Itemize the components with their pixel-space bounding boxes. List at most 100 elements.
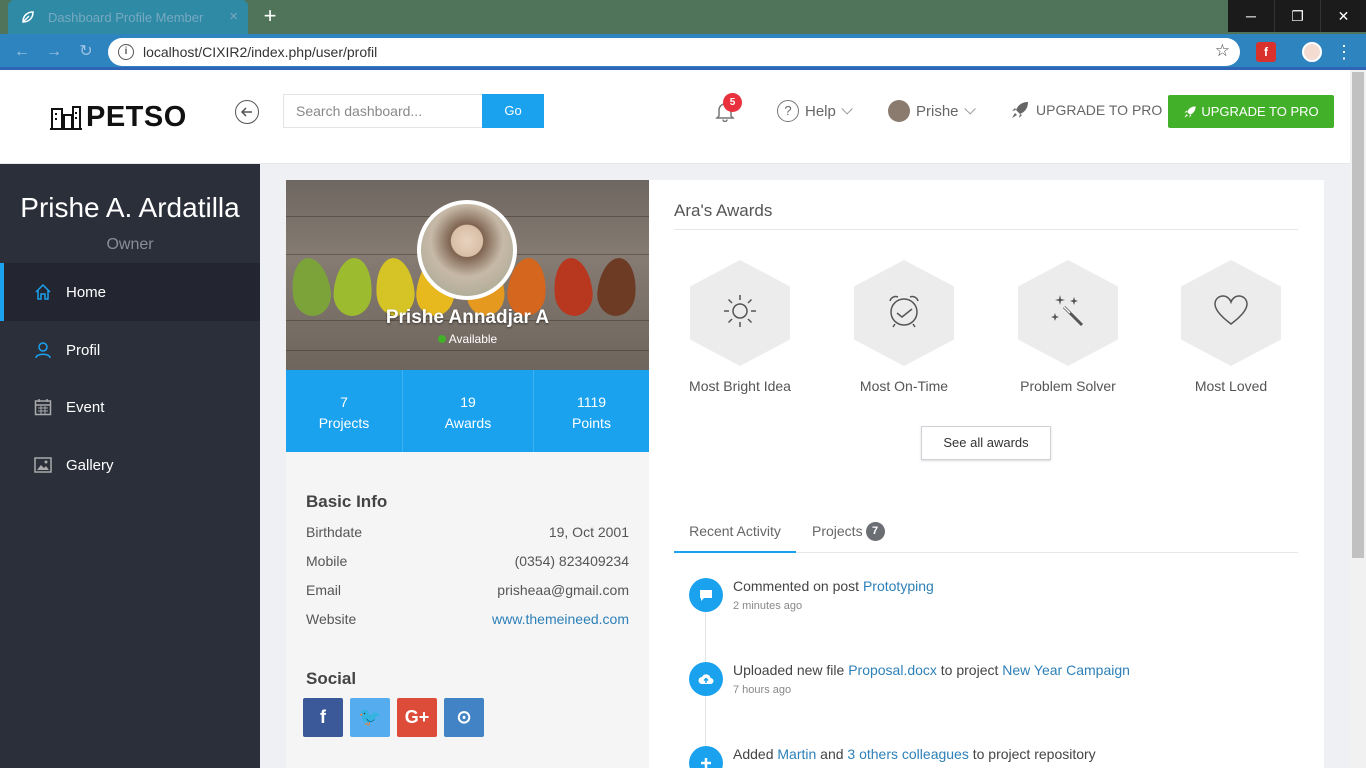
minimize-button[interactable]: ─ — [1228, 0, 1274, 32]
url-input[interactable]: i localhost/CIXIR2/index.php/user/profil… — [108, 38, 1240, 66]
chevron-down-icon — [963, 103, 976, 115]
awards-title: Ara's Awards — [674, 201, 773, 220]
notification-badge: 5 — [723, 93, 742, 112]
sun-icon — [724, 295, 756, 327]
info-row-mobile: Mobile (0354) 823409234 — [306, 553, 629, 569]
activity-link[interactable]: Martin — [777, 746, 816, 762]
stat-value: 1119 — [576, 394, 607, 410]
profile-photo[interactable] — [417, 200, 517, 300]
award-most-bright-idea[interactable]: Most Bright Idea — [660, 260, 820, 394]
activity-link[interactable]: New Year Campaign — [1002, 662, 1130, 678]
stat-projects[interactable]: 7 Projects — [286, 370, 402, 452]
profile-avatar-icon[interactable] — [1302, 42, 1322, 62]
activity-time: 7 hours ago — [733, 684, 792, 696]
magic-wand-icon — [1051, 295, 1084, 327]
activity-link[interactable]: Prototyping — [863, 578, 934, 594]
site-info-icon[interactable]: i — [118, 44, 134, 60]
tab-projects[interactable]: Projects 7 — [812, 510, 885, 553]
twitter-button[interactable]: 🐦 — [350, 698, 390, 737]
info-row-email: Email prisheaa@gmail.com — [306, 582, 629, 598]
award-most-loved[interactable]: Most Loved — [1151, 260, 1311, 394]
search-input[interactable]: Search dashboard... — [283, 94, 483, 128]
user-name-label: Prishe — [916, 102, 959, 120]
profile-card: Prishe Annadjar A Available 7 Projects 1… — [286, 180, 649, 768]
user-avatar — [888, 100, 910, 122]
tab-recent-activity[interactable]: Recent Activity — [674, 510, 796, 553]
alarm-clock-icon — [889, 295, 919, 328]
logo-mark-icon — [50, 106, 82, 130]
help-label: Help — [805, 102, 836, 120]
activity-link[interactable]: Proposal.docx — [848, 662, 937, 678]
sidebar-user-name: Prishe A. Ardatilla — [20, 192, 240, 223]
user-icon — [35, 342, 51, 359]
sidebar-item-event[interactable]: Event — [0, 378, 260, 436]
award-most-on-time[interactable]: Most On-Time — [824, 260, 984, 394]
rocket-icon — [1184, 105, 1196, 118]
forward-arrow-icon[interactable]: → — [44, 42, 64, 62]
info-label: Website — [306, 611, 357, 627]
award-label: Most Bright Idea — [689, 378, 791, 394]
sidebar-toggle-arrow-icon[interactable] — [235, 100, 259, 124]
sidebar-item-label: Profil — [66, 341, 101, 359]
browser-tab[interactable]: Dashboard Profile Member × — [8, 0, 248, 34]
heart-icon — [1214, 295, 1248, 325]
sidebar-item-gallery[interactable]: Gallery — [0, 436, 260, 494]
activity-link[interactable]: 3 others colleagues — [847, 746, 968, 762]
awards-activity-card: Ara's Awards Most Bright Idea Most On-Ti… — [649, 180, 1324, 768]
home-icon — [35, 283, 51, 300]
reload-icon[interactable]: ↻ — [76, 42, 96, 62]
cloud-upload-icon — [689, 662, 723, 696]
activity-tabs: Recent Activity Projects 7 — [674, 510, 1298, 553]
activity-text: Added Martin and 3 others colleagues to … — [733, 746, 1096, 762]
close-window-button[interactable]: ✕ — [1320, 0, 1366, 32]
info-value: (0354) 823409234 — [514, 553, 629, 569]
user-menu[interactable]: Prishe — [888, 100, 976, 122]
upgrade-to-pro-button[interactable]: UPGRADE TO PRO — [1168, 95, 1334, 128]
sidebar-item-home[interactable]: Home — [0, 263, 260, 321]
see-all-awards-button[interactable]: See all awards — [921, 426, 1051, 460]
bookmark-star-icon[interactable]: ☆ — [1215, 41, 1230, 61]
award-problem-solver[interactable]: Problem Solver — [988, 260, 1148, 394]
website-link[interactable]: www.themeineed.com — [492, 611, 629, 627]
award-hexagon — [854, 260, 954, 366]
stat-awards[interactable]: 19 Awards — [402, 370, 533, 452]
award-label: Most Loved — [1194, 378, 1268, 394]
upgrade-link-label: UPGRADE TO PRO — [1036, 102, 1163, 118]
status-label: Available — [448, 332, 498, 346]
projects-count-badge: 7 — [865, 522, 885, 541]
award-hexagon — [690, 260, 790, 366]
rocket-icon — [1012, 102, 1028, 118]
stat-value: 7 — [340, 394, 348, 410]
restore-button[interactable]: ❐ — [1274, 0, 1320, 32]
search-go-button[interactable]: Go — [482, 94, 544, 128]
flash-extension-icon[interactable]: f — [1256, 42, 1276, 62]
facebook-button[interactable]: f — [303, 698, 343, 737]
upgrade-link[interactable]: UPGRADE TO PRO — [1010, 100, 1162, 120]
sidebar-item-profil[interactable]: Profil — [0, 321, 260, 379]
leaf-favicon-icon — [22, 11, 34, 23]
scrollbar-thumb[interactable] — [1352, 72, 1364, 558]
stat-points[interactable]: 1119 Points — [533, 370, 649, 452]
tab-label: Recent Activity — [689, 523, 781, 539]
question-icon: ? — [777, 100, 799, 122]
logo[interactable]: PETSO — [50, 101, 187, 133]
google-plus-button[interactable]: G+ — [397, 698, 437, 737]
tab-close-icon[interactable]: × — [229, 8, 238, 25]
browser-menu-icon[interactable]: ⋮ — [1334, 42, 1354, 62]
github-button[interactable]: ⊙ — [444, 698, 484, 737]
info-label: Mobile — [306, 553, 348, 569]
profile-status: Available — [286, 332, 649, 346]
info-row-birthdate: Birthdate 19, Oct 2001 — [306, 524, 629, 540]
award-label: Problem Solver — [1020, 378, 1116, 394]
info-value: 19, Oct 2001 — [548, 524, 629, 540]
info-label: Email — [306, 582, 342, 598]
new-tab-button[interactable]: + — [258, 4, 282, 28]
stat-label: Projects — [318, 415, 370, 431]
page-scrollbar[interactable] — [1350, 70, 1366, 768]
back-arrow-icon[interactable]: ← — [12, 42, 32, 62]
logo-text: PETSO — [86, 100, 187, 133]
help-menu[interactable]: ? Help — [777, 100, 853, 122]
window-controls: ─ ❐ ✕ — [1228, 0, 1366, 32]
plus-icon — [689, 746, 723, 768]
profile-cover-image: Prishe Annadjar A Available — [286, 180, 649, 370]
